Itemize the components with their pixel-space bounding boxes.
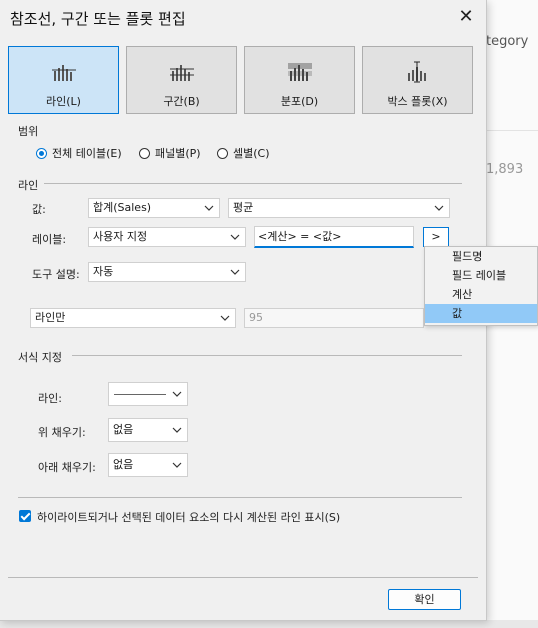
value-aggregation-dropdown[interactable]: 평균 [228, 198, 450, 218]
insert-menu-item-value[interactable]: 값 [425, 304, 537, 323]
insert-menu-item-field-name[interactable]: 필드명 [425, 247, 537, 266]
background-bottom-strip [0, 620, 538, 628]
checkbox-top-divider [18, 497, 462, 498]
value-label: 값: [32, 203, 46, 216]
radio-per-cell[interactable]: 셀별(C) [217, 145, 270, 161]
close-icon[interactable]: ✕ [456, 6, 476, 28]
label-type-text: 사용자 지정 [93, 230, 148, 243]
line-chart-icon [9, 61, 118, 83]
ok-button[interactable]: 확인 [388, 589, 461, 610]
chevron-down-icon [172, 462, 182, 468]
insert-menu-button[interactable]: > [423, 227, 449, 247]
label-custom-text-input[interactable]: <계산> = <값> [254, 226, 414, 248]
dialog-title: 참조선, 구간 또는 플롯 편집 [10, 10, 186, 28]
tab-box-plot-label: 박스 플롯(X) [387, 95, 448, 108]
format-section-divider [72, 355, 462, 356]
radio-per-pane-label: 패널별(P) [155, 147, 201, 160]
band-chart-icon [127, 61, 236, 83]
chevron-down-icon [230, 234, 240, 240]
chevron-down-icon [434, 205, 444, 211]
tab-distribution[interactable]: 분포(D) [244, 46, 355, 114]
confidence-interval-input: 95 [244, 308, 424, 328]
box-plot-icon [363, 61, 472, 83]
format-section-label: 서식 지정 [18, 351, 62, 364]
radio-per-cell-label: 셀별(C) [233, 147, 270, 160]
edit-reference-line-dialog: 참조선, 구간 또는 플롯 편집 ✕ 라인(L) 구간(B) 분포(D) 박스 … [0, 0, 487, 621]
fill-below-label: 아래 채우기: [38, 461, 96, 474]
chevron-down-icon [204, 205, 214, 211]
fill-above-dropdown[interactable]: 없음 [108, 418, 188, 442]
line-style-dropdown[interactable] [108, 382, 188, 406]
insert-menu: 필드명 필드 레이블 계산 값 [424, 246, 538, 326]
recalc-checkbox[interactable] [19, 510, 31, 522]
radio-per-pane[interactable]: 패널별(P) [139, 145, 201, 161]
tab-band-label: 구간(B) [163, 95, 200, 108]
fill-above-label: 위 채우기: [38, 426, 86, 439]
line-only-text: 라인만 [35, 311, 66, 324]
insert-menu-item-field-label[interactable]: 필드 레이블 [425, 266, 537, 285]
insert-menu-item-computation[interactable]: 계산 [425, 285, 537, 304]
confidence-value-text: 95 [249, 311, 263, 324]
background-header-text: tegory [486, 34, 529, 49]
line-section-divider [44, 183, 462, 184]
radio-entire-table-label: 전체 테이블(E) [52, 147, 122, 160]
chevron-down-icon [172, 391, 182, 397]
line-style-label: 라인: [38, 392, 62, 405]
recalc-checkbox-label: 하이라이트되거나 선택된 데이터 요소의 다시 계산된 라인 표시(S) [37, 511, 341, 524]
line-swatch [114, 394, 166, 395]
value-field-dropdown[interactable]: 합계(Sales) [88, 198, 220, 218]
scope-section-label: 범위 [18, 125, 39, 138]
fill-below-text: 없음 [113, 458, 134, 471]
radio-unselected-icon [217, 147, 228, 159]
distribution-chart-icon [245, 61, 354, 83]
tab-line-label: 라인(L) [46, 95, 81, 108]
chevron-down-icon [220, 315, 230, 321]
tab-band[interactable]: 구간(B) [126, 46, 237, 114]
tab-distribution-label: 분포(D) [280, 95, 319, 108]
label-label: 레이블: [32, 233, 67, 246]
tab-box-plot[interactable]: 박스 플롯(X) [362, 46, 473, 114]
value-field-text: 합계(Sales) [93, 201, 152, 214]
tooltip-label: 도구 설명: [32, 268, 80, 281]
tooltip-dropdown[interactable]: 자동 [88, 262, 246, 282]
tooltip-value-text: 자동 [93, 265, 114, 278]
radio-entire-table[interactable]: 전체 테이블(E) [36, 145, 122, 161]
label-type-dropdown[interactable]: 사용자 지정 [88, 227, 246, 247]
chevron-down-icon [172, 427, 182, 433]
footer-divider [8, 577, 478, 578]
radio-selected-icon [36, 147, 47, 159]
value-aggregation-text: 평균 [233, 201, 254, 214]
radio-unselected-icon [139, 147, 150, 159]
line-section-label: 라인 [18, 179, 39, 192]
fill-below-dropdown[interactable]: 없음 [108, 453, 188, 477]
background-value-text: 1,893 [486, 162, 524, 177]
line-only-dropdown[interactable]: 라인만 [30, 308, 236, 328]
background-divider [486, 130, 538, 131]
fill-above-text: 없음 [113, 423, 134, 436]
tab-line[interactable]: 라인(L) [8, 46, 119, 114]
chevron-down-icon [230, 269, 240, 275]
